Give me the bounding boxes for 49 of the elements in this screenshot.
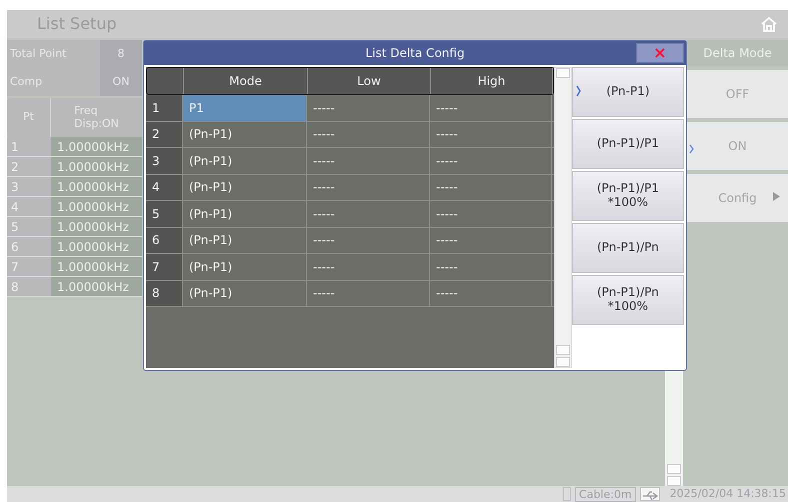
mode-cell[interactable]: (Pn-P1) xyxy=(183,280,307,306)
low-cell[interactable]: ----- xyxy=(307,228,430,253)
low-cell[interactable]: ----- xyxy=(307,95,430,120)
mode-cell[interactable]: P1 xyxy=(183,95,307,120)
high-cell[interactable]: ----- xyxy=(430,228,552,253)
option-button[interactable]: (Pn-P1)/Pn *100% xyxy=(572,275,684,325)
row-number: 6 xyxy=(146,228,183,253)
softkey-title: Delta Mode xyxy=(687,40,788,66)
home-icon[interactable] xyxy=(760,16,778,32)
cable-length: Cable:0m xyxy=(575,486,636,502)
low-cell[interactable]: ----- xyxy=(307,122,430,147)
column-header: High xyxy=(431,68,553,94)
row-number: 7 xyxy=(146,254,183,280)
mode-cell[interactable]: (Pn-P1) xyxy=(183,228,307,253)
row-number: 4 xyxy=(146,174,183,200)
mode-cell[interactable]: (Pn-P1) xyxy=(183,254,307,280)
column-header: Low xyxy=(308,68,431,94)
option-button[interactable]: (Pn-P1)/P1 xyxy=(572,119,684,169)
row-number: 5 xyxy=(146,201,183,226)
usb-icon xyxy=(640,490,659,502)
option-button[interactable]: (Pn-P1)/P1 *100% xyxy=(572,171,684,221)
low-cell[interactable]: ----- xyxy=(307,280,430,306)
date-time: 2025/02/04 14:38:15 xyxy=(670,486,786,502)
low-cell[interactable]: ----- xyxy=(307,148,430,174)
low-cell[interactable]: ----- xyxy=(307,254,430,280)
scrollbar[interactable] xyxy=(665,370,683,486)
dialog-title: List Delta Config xyxy=(365,45,465,62)
row-number: 3 xyxy=(146,148,183,174)
high-cell[interactable]: ----- xyxy=(430,95,552,120)
high-cell[interactable]: ----- xyxy=(430,122,552,147)
mode-cell[interactable]: (Pn-P1) xyxy=(183,201,307,226)
low-cell[interactable]: ----- xyxy=(307,174,430,200)
row-number: 8 xyxy=(146,280,183,306)
high-cell[interactable]: ----- xyxy=(430,280,552,306)
mode-cell[interactable]: (Pn-P1) xyxy=(183,148,307,174)
mode-cell[interactable]: (Pn-P1) xyxy=(183,122,307,147)
row-number: 1 xyxy=(146,95,183,120)
row-number: 2 xyxy=(146,122,183,147)
high-cell[interactable]: ----- xyxy=(430,148,552,174)
high-cell[interactable]: ----- xyxy=(430,201,552,226)
option-button[interactable]: (Pn-P1)/Pn xyxy=(572,223,684,273)
scrollbar[interactable] xyxy=(554,67,572,368)
high-cell[interactable]: ----- xyxy=(430,174,552,200)
high-cell[interactable]: ----- xyxy=(430,254,552,280)
low-cell[interactable]: ----- xyxy=(307,201,430,226)
option-button[interactable]: (Pn-P1) xyxy=(572,67,684,117)
column-header: Mode xyxy=(184,68,308,94)
mode-cell[interactable]: (Pn-P1) xyxy=(183,174,307,200)
arrow-icon xyxy=(773,192,780,201)
